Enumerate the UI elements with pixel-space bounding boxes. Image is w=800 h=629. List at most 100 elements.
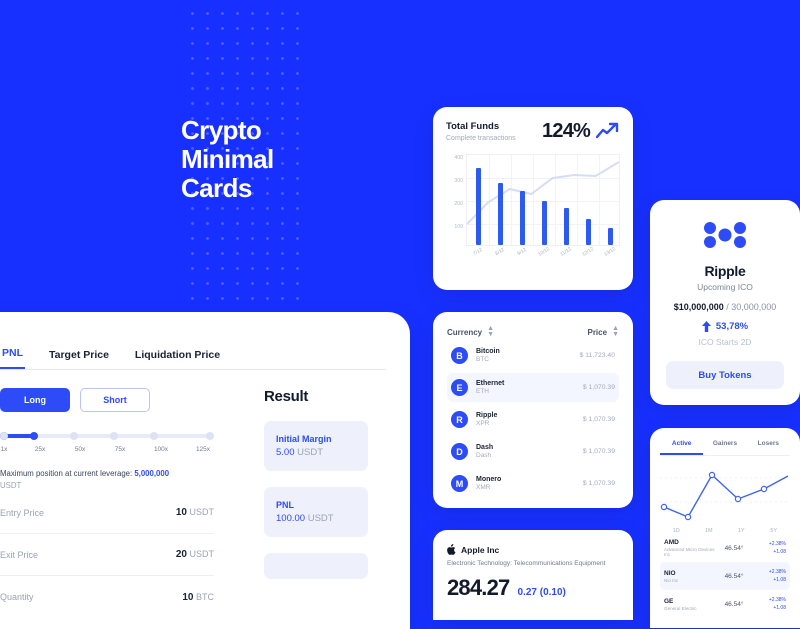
ripple-raised: $10,000,000 bbox=[673, 302, 724, 312]
slider-stop-100x[interactable] bbox=[0, 432, 8, 440]
short-button[interactable]: Short bbox=[80, 388, 150, 412]
slider-stop-125x[interactable] bbox=[206, 432, 214, 440]
tick-25x: 25x bbox=[34, 446, 46, 453]
long-button[interactable]: Long bbox=[0, 388, 70, 412]
ripple-change: 53,78% bbox=[666, 321, 784, 332]
tab-active[interactable]: Active bbox=[660, 440, 704, 455]
total-funds-percent: 124% bbox=[542, 120, 591, 142]
sort-updown-icon[interactable]: ▲ ▼ bbox=[612, 325, 619, 338]
bar-8-12 bbox=[498, 183, 503, 245]
stock-range-labels: 1D 1M 1Y 5Y bbox=[660, 528, 790, 534]
ytick-300: 300 bbox=[454, 178, 463, 184]
pnl-result-unit: USDT bbox=[307, 513, 334, 524]
ripple-subtitle: Upcoming ICO bbox=[697, 282, 753, 292]
coin-ticker: XMR bbox=[476, 484, 491, 491]
range-1y[interactable]: 1Y bbox=[725, 528, 758, 534]
range-5y[interactable]: 5Y bbox=[758, 528, 791, 534]
xtick-1: 8/12 bbox=[494, 246, 506, 258]
leverage-slider[interactable] bbox=[0, 432, 214, 440]
stock-price: 46.54° bbox=[724, 600, 744, 608]
coin-name: Bitcoin bbox=[476, 348, 500, 355]
stock-change-pct: +2.38% bbox=[768, 597, 786, 603]
coin-ticker: BTC bbox=[476, 356, 489, 363]
chart-plot-area bbox=[466, 154, 620, 246]
bar-11-12 bbox=[564, 208, 569, 245]
table-row[interactable]: B Bitcoin BTC $ 11,723.40 bbox=[447, 341, 619, 370]
bar-7-12 bbox=[476, 168, 481, 245]
initial-margin-card: Initial Margin 5.00 USDT bbox=[264, 421, 368, 471]
exit-price-label: Exit Price bbox=[0, 549, 39, 560]
bar-12-12 bbox=[586, 219, 591, 245]
table-row[interactable]: GE General Electric 46.54° +2.38% +1.08 bbox=[660, 590, 790, 618]
table-row[interactable]: E Ethernet ETH $ 1,070.39 bbox=[447, 373, 619, 402]
bar-13-12 bbox=[608, 228, 613, 245]
result-panel: Result Initial Margin 5.00 USDT PNL 100.… bbox=[246, 388, 376, 618]
sort-updown-icon[interactable]: ▲ ▼ bbox=[487, 325, 494, 338]
tab-target-price[interactable]: Target Price bbox=[47, 349, 111, 369]
coin-price: $ 1,070.39 bbox=[582, 448, 615, 455]
stock-change-pct: +2.38% bbox=[768, 541, 786, 547]
quantity-label: Quantity bbox=[0, 592, 34, 602]
tab-losers[interactable]: Losers bbox=[747, 440, 790, 455]
ripple-ico-card: Ripple Upcoming ICO $10,000,000 / 30,000… bbox=[650, 200, 800, 405]
stock-change-abs: +1.08 bbox=[773, 577, 786, 583]
stock-change-abs: +1.08 bbox=[773, 549, 786, 555]
page-title: Crypto Minimal Cards bbox=[181, 115, 274, 203]
coin-name: Ripple bbox=[476, 412, 498, 419]
tick-125x: 125x bbox=[195, 446, 211, 453]
entry-price-value: 10 bbox=[175, 507, 187, 518]
stock-ticker: NIO bbox=[664, 569, 676, 577]
bitcoin-icon: B bbox=[451, 347, 468, 364]
coin-price: $ 1,070.39 bbox=[582, 384, 615, 391]
xtick-5: 12/12 bbox=[581, 246, 595, 258]
range-1m[interactable]: 1M bbox=[693, 528, 726, 534]
slider-stop-100x[interactable] bbox=[150, 432, 158, 440]
table-row: Quantity 10 BTC bbox=[0, 576, 214, 618]
coin-price: $ 1,070.39 bbox=[582, 480, 615, 487]
initial-margin-unit: USDT bbox=[297, 447, 324, 458]
initial-margin-value: 5.00 bbox=[276, 447, 295, 458]
table-row[interactable]: D Dash Dash $ 1,070.39 bbox=[447, 437, 619, 466]
tick-75x: 75x bbox=[114, 446, 126, 453]
ytick-100: 100 bbox=[454, 224, 463, 230]
stock-ticker: GE bbox=[664, 597, 674, 605]
total-funds-subtitle: Complete transactions bbox=[446, 135, 516, 142]
column-header-price: Price bbox=[587, 327, 608, 337]
table-row[interactable]: NIO Nio Inc 46.54° +2.38% +1.08 bbox=[660, 562, 790, 590]
coin-price: $ 1,070.39 bbox=[582, 416, 615, 423]
pnl-result-card: PNL 100.00 USDT bbox=[264, 487, 368, 537]
tab-liquidation-price[interactable]: Liquidation Price bbox=[133, 349, 222, 369]
max-position-unit: USDT bbox=[0, 481, 22, 490]
apple-stock-card: Apple Inc Electronic Technology: Telecom… bbox=[433, 530, 633, 620]
coin-name: Ethernet bbox=[476, 380, 505, 387]
apple-description: Electronic Technology: Telecommunication… bbox=[447, 560, 606, 567]
initial-margin-label: Initial Margin bbox=[276, 434, 332, 444]
arrow-up-icon bbox=[701, 321, 711, 332]
slider-stop-75x[interactable] bbox=[110, 432, 118, 440]
ripple-icon: R bbox=[451, 411, 468, 428]
table-row[interactable]: AMD Advanced Micro Devices Inc 46.54° +2… bbox=[660, 534, 790, 562]
table-row[interactable]: M Monero XMR $ 1,070.39 bbox=[447, 469, 619, 498]
tab-pnl[interactable]: PNL bbox=[0, 347, 25, 369]
range-1d[interactable]: 1D bbox=[660, 528, 693, 534]
bar-10-12 bbox=[542, 201, 547, 245]
coin-price: $ 11,723.40 bbox=[579, 352, 615, 359]
table-row[interactable]: R Ripple XPR $ 1,070.39 bbox=[447, 405, 619, 434]
slider-stop-25x[interactable] bbox=[30, 432, 38, 440]
tab-gainers[interactable]: Gainers bbox=[703, 440, 746, 455]
pnl-result-label: PNL bbox=[276, 500, 294, 510]
pnl-result-value: 100.00 bbox=[276, 513, 306, 524]
stock-company: Advanced Micro Devices Inc bbox=[664, 547, 715, 557]
monero-icon: M bbox=[451, 475, 468, 492]
stock-price: 46.54° bbox=[724, 544, 744, 552]
total-funds-card: Total Funds Complete transactions 124% 4… bbox=[433, 107, 633, 290]
coin-ticker: ETH bbox=[476, 388, 489, 395]
xtick-2: 9/12 bbox=[516, 246, 528, 258]
max-position-value: 5,000,000 bbox=[134, 469, 170, 478]
stock-company: Nio Inc bbox=[664, 577, 679, 583]
ripple-funding: $10,000,000 / 30,000,000 bbox=[666, 302, 784, 312]
buy-tokens-button[interactable]: Buy Tokens bbox=[666, 361, 784, 389]
apple-company-name: Apple Inc bbox=[461, 544, 500, 555]
slider-stop-50x[interactable] bbox=[70, 432, 78, 440]
dash-icon: D bbox=[451, 443, 468, 460]
